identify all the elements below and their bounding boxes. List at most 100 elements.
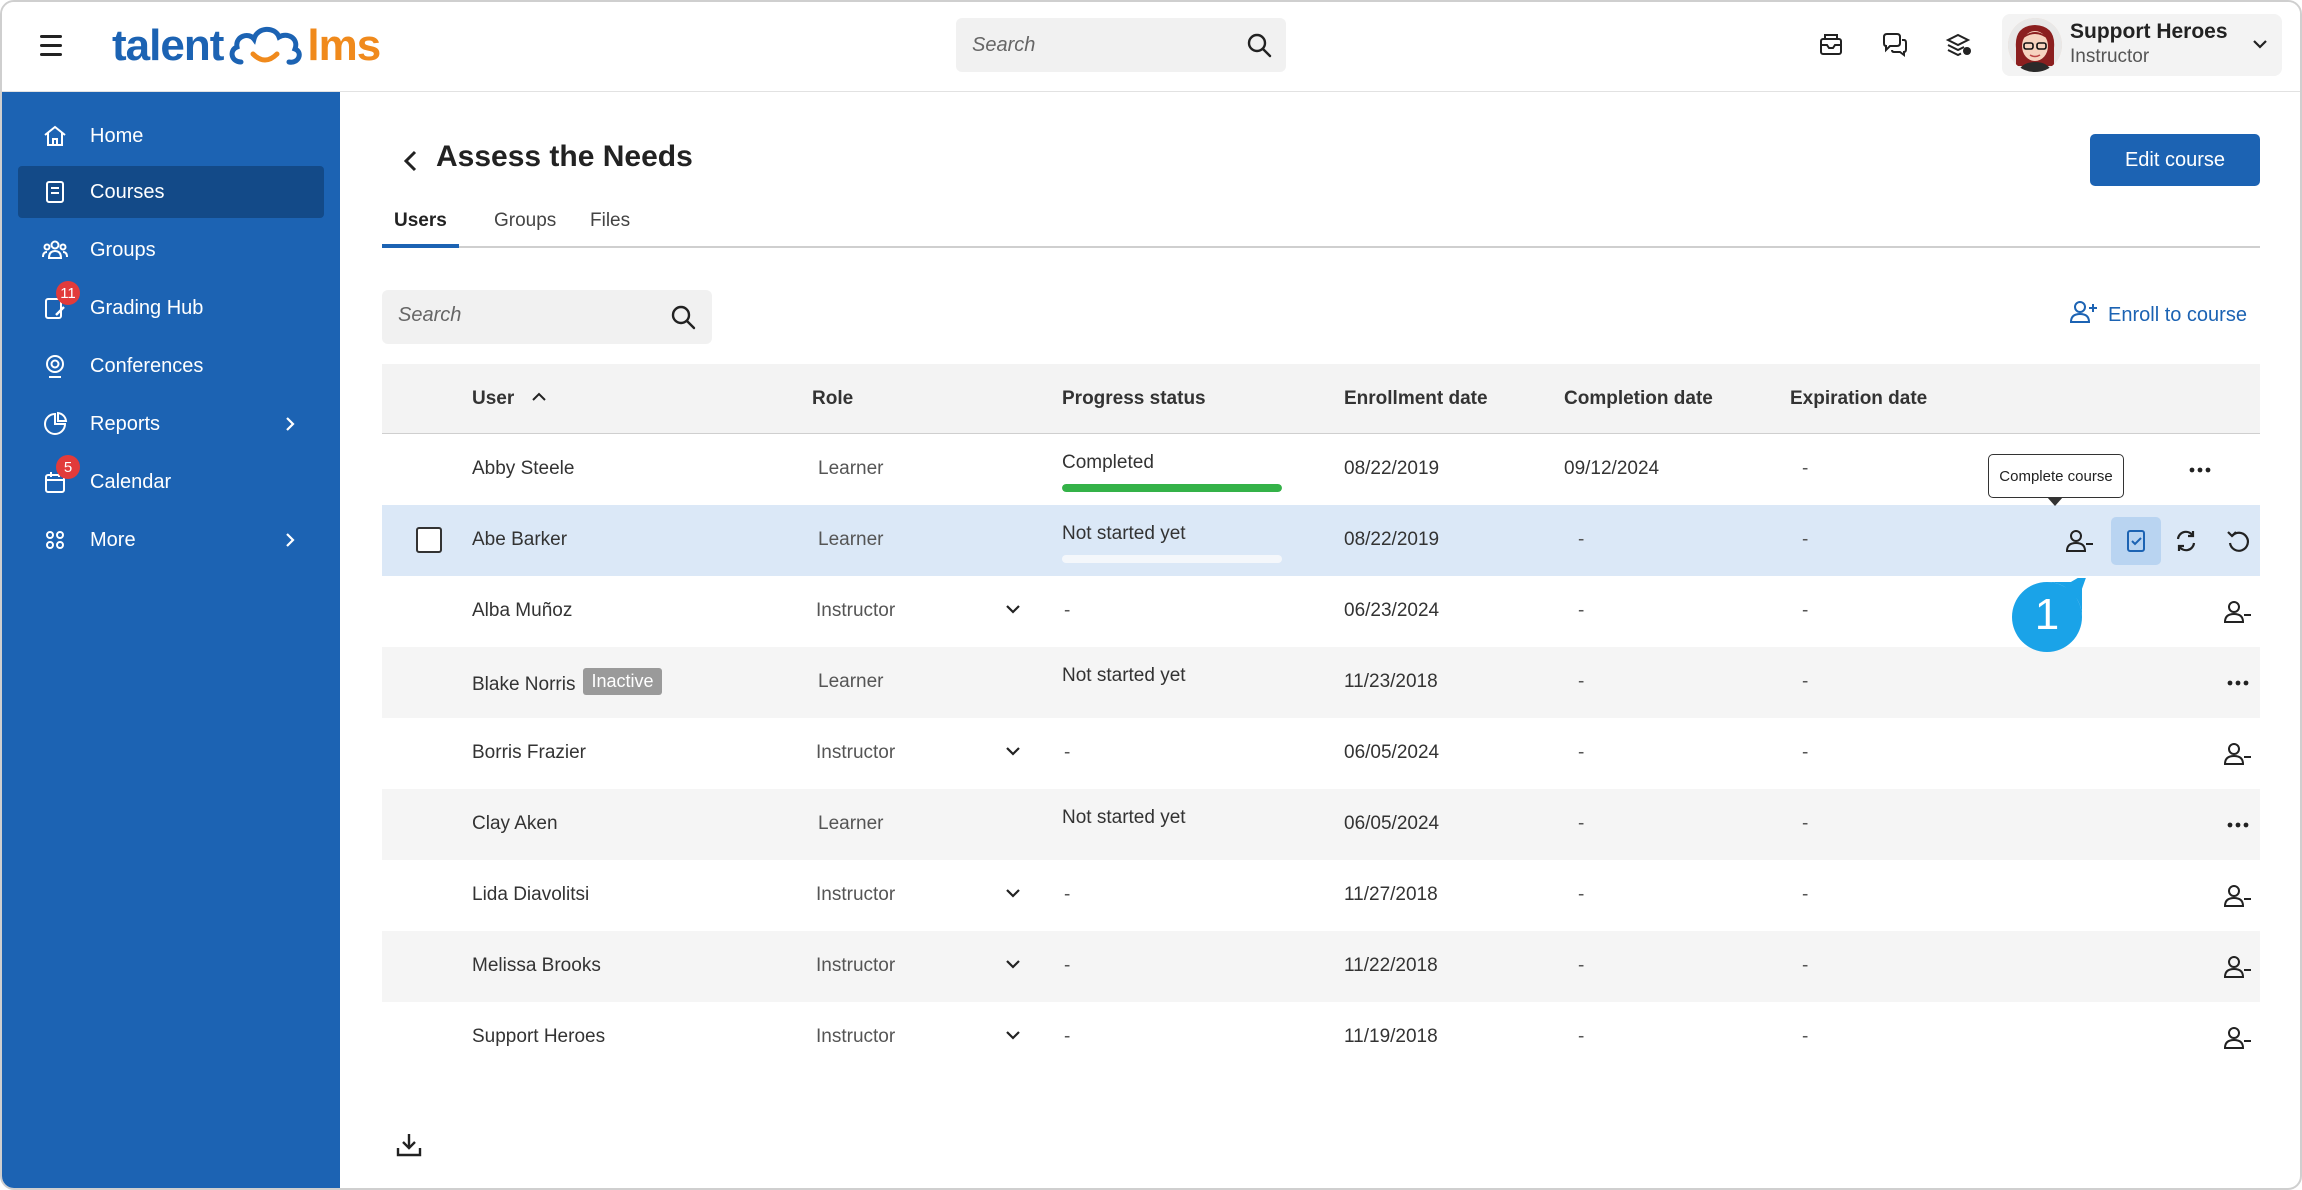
global-search[interactable] [956,18,1286,72]
user-role[interactable]: Instructor [816,1026,895,1048]
unenroll-user-icon[interactable] [2222,738,2254,770]
course-tabs: Users Groups Files [382,202,2260,248]
completion-date: - [1578,955,1585,976]
search-icon[interactable] [670,304,696,335]
table-row[interactable]: Alba Muñoz Instructor - 06/23/2024 - - [382,576,2260,647]
chevron-down-icon[interactable] [1004,886,1022,905]
sidebar-item-more[interactable]: More [18,514,324,566]
col-progress[interactable]: Progress status [1062,388,1206,410]
sidebar-item-conferences[interactable]: Conferences [18,340,324,392]
unenroll-user-icon[interactable] [2222,596,2254,628]
sidebar-item-reports[interactable]: Reports [18,398,324,450]
chevron-down-icon[interactable] [1004,744,1022,763]
talentlms-logo[interactable]: talent lms [112,16,381,76]
col-role[interactable]: Role [812,388,853,410]
users-table: User Role Progress status Enrollment dat… [382,364,2260,1073]
enrollment-date: 11/27/2018 [1344,884,1438,905]
chevron-down-icon[interactable] [1004,602,1022,621]
sidebar-item-label: Conferences [90,354,204,377]
progress-label: Not started yet [1062,807,1186,828]
reset-progress-icon[interactable] [2170,525,2202,557]
logo-text-right: lms [307,21,381,70]
row-checkbox[interactable] [416,527,442,553]
user-profile-menu[interactable]: Support Heroes Instructor [2002,14,2282,76]
app-window: talent lms Search Support Heroes Instruc… [0,0,2302,1190]
col-enrollment[interactable]: Enrollment date [1344,388,1488,410]
more-options-icon[interactable] [2184,454,2216,486]
unenroll-user-icon[interactable] [2064,525,2096,557]
user-name[interactable]: Alba Muñoz [472,600,572,622]
table-row[interactable]: Abby Steele Learner Completed 08/22/2019… [382,434,2260,505]
download-icon[interactable] [394,1130,424,1165]
table-header: User Role Progress status Enrollment dat… [382,364,2260,434]
sidebar-item-label: Reports [90,412,161,435]
users-search-input[interactable] [398,304,648,327]
user-name[interactable]: Blake Norris [472,674,575,695]
complete-course-icon[interactable] [2111,517,2161,565]
expiration-date: - [1802,600,1809,621]
user-role[interactable]: Instructor [816,955,895,977]
sidebar-item-courses[interactable]: Courses [18,166,324,218]
completion-date: 09/12/2024 [1564,458,1660,479]
search-icon[interactable] [1246,32,1272,63]
user-name[interactable]: Lida Diavolitsi [472,884,589,906]
unenroll-user-icon[interactable] [2222,951,2254,983]
unenroll-user-icon[interactable] [2222,880,2254,912]
user-name[interactable]: Abe Barker [472,529,567,551]
user-role[interactable]: Instructor [816,884,895,906]
gift-icon[interactable] [1942,28,1976,62]
conferences-icon [40,351,70,381]
user-name[interactable]: Melissa Brooks [472,955,601,977]
chevron-down-icon[interactable] [1004,1028,1022,1047]
expiration-date: - [1802,529,1809,550]
progress-label: Not started yet [1062,523,1186,544]
table-row[interactable]: Lida Diavolitsi Instructor - 11/27/2018 … [382,860,2260,931]
table-row[interactable]: Melissa Brooks Instructor - 11/22/2018 -… [382,931,2260,1002]
tab-users[interactable]: Users [382,202,459,248]
global-search-input[interactable] [972,33,1232,57]
enrollment-date: 06/05/2024 [1344,813,1440,834]
chat-icon[interactable] [1878,28,1912,62]
user-name[interactable]: Clay Aken [472,813,558,835]
chevron-down-icon[interactable] [1004,957,1022,976]
col-user[interactable]: User [472,388,548,410]
hamburger-menu-icon[interactable] [40,30,70,60]
unenroll-user-icon[interactable] [2222,1022,2254,1054]
sidebar-item-home[interactable]: Home [18,110,324,162]
back-arrow-icon[interactable] [398,148,424,179]
user-role: Learner [818,671,884,692]
col-completion[interactable]: Completion date [1564,388,1713,410]
sidebar-item-label: Courses [90,180,165,203]
edit-course-button[interactable]: Edit course [2090,134,2260,186]
user-name[interactable]: Borris Frazier [472,742,586,764]
avatar [2008,18,2062,72]
sidebar-item-grading-hub[interactable]: 11 Grading Hub [18,281,324,334]
table-row[interactable]: Blake Norris Inactive Learner Not started… [382,647,2260,718]
undo-icon[interactable] [2222,525,2254,557]
progress-label: - [1064,742,1071,763]
col-expiration[interactable]: Expiration date [1790,388,1927,410]
user-role[interactable]: Instructor [816,742,895,764]
sidebar-item-groups[interactable]: Groups [18,224,324,276]
more-options-icon[interactable] [2222,667,2254,699]
completion-date: - [1578,529,1585,550]
tab-files[interactable]: Files [578,202,642,248]
user-role[interactable]: Instructor [816,600,895,622]
user-name[interactable]: Support Heroes [472,1026,605,1048]
table-row[interactable]: Support Heroes Instructor - 11/19/2018 -… [382,1002,2260,1073]
expiration-date: - [1802,955,1809,976]
table-row[interactable]: Clay Aken Learner Not started yet 06/05/… [382,789,2260,860]
sort-ascending-icon [531,392,546,401]
table-row[interactable]: Borris Frazier Instructor - 06/05/2024 -… [382,718,2260,789]
table-row[interactable]: Abe Barker Learner Not started yet 08/22… [382,505,2260,576]
users-search[interactable] [382,290,712,344]
more-options-icon[interactable] [2222,809,2254,841]
sidebar-item-calendar[interactable]: 5 Calendar [18,455,324,508]
progress-bar [1062,555,1282,563]
messages-icon[interactable] [1814,28,1848,62]
chevron-down-icon[interactable] [2250,34,2270,59]
calendar-badge: 5 [56,455,80,479]
user-name[interactable]: Abby Steele [472,458,574,480]
tab-groups[interactable]: Groups [482,202,568,248]
enroll-to-course-link[interactable]: Enroll to course [2069,300,2247,330]
